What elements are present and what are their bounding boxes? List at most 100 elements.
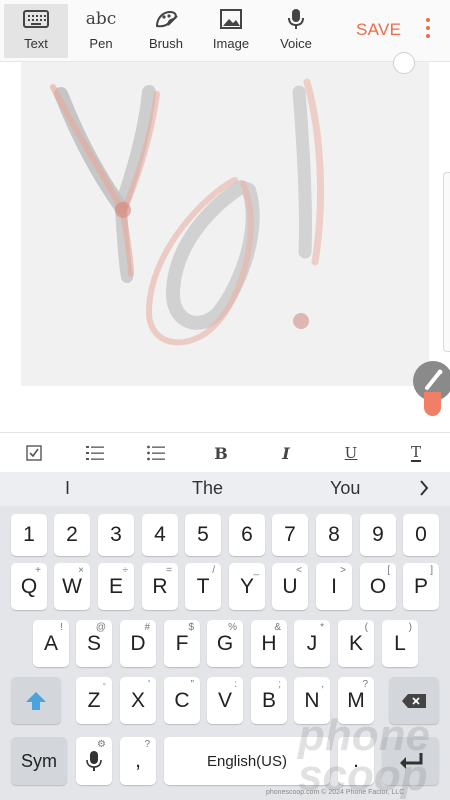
bulleted-list-icon[interactable] <box>141 441 171 465</box>
key-z[interactable]: Z- <box>76 677 112 724</box>
key-c-sub: " <box>190 679 194 690</box>
key-d-sub: # <box>144 622 150 633</box>
key-u[interactable]: U < <box>272 563 308 610</box>
tool-brush-button[interactable]: Brush <box>134 4 198 58</box>
key-h[interactable]: H & <box>251 620 287 667</box>
key-j-sub: * <box>320 622 324 633</box>
shift-key[interactable] <box>11 677 61 724</box>
key-m-sub: ? <box>362 679 368 690</box>
key-4[interactable]: 4 <box>142 514 178 556</box>
numbered-list-icon[interactable] <box>80 441 110 465</box>
comma-key[interactable]: , ? <box>120 737 156 785</box>
voice-input-key[interactable]: ⚙ <box>76 737 112 785</box>
settings-gear-icon: ⚙ <box>97 739 106 750</box>
abc-handwriting-icon: abc <box>86 4 117 34</box>
key-u-label: U <box>282 574 298 598</box>
key-f[interactable]: F $ <box>164 620 200 667</box>
key-m-label: M <box>347 688 365 712</box>
key-y[interactable]: Y _ <box>229 563 265 610</box>
key-0[interactable]: 0 <box>403 514 439 556</box>
key-y-label: Y <box>239 574 254 598</box>
suggestion-3[interactable]: You <box>330 478 360 499</box>
tool-text-button[interactable]: Text <box>4 4 68 58</box>
brush-icon <box>153 4 179 34</box>
key-s[interactable]: S @ <box>76 620 112 667</box>
key-i[interactable]: I > <box>316 563 352 610</box>
key-n-sub: , <box>321 679 324 690</box>
key-x[interactable]: X ' <box>120 677 156 724</box>
suggestion-1[interactable]: I <box>65 478 70 499</box>
tool-voice-button[interactable]: Voice <box>264 4 328 58</box>
checkbox-list-icon[interactable] <box>19 441 49 465</box>
key-d[interactable]: D # <box>120 620 156 667</box>
underline-button[interactable]: U <box>336 441 366 465</box>
key-b[interactable]: B; <box>251 677 287 724</box>
keyboard-icon <box>23 4 49 34</box>
key-5[interactable]: 5 <box>185 514 221 556</box>
key-c[interactable]: C " <box>164 677 200 724</box>
key-b-sub: ; <box>278 679 281 690</box>
key-o-sub: [ <box>387 565 390 576</box>
key-l[interactable]: L) <box>382 620 418 667</box>
tool-pen-label: Pen <box>89 36 113 51</box>
key-k[interactable]: K( <box>338 620 374 667</box>
key-8[interactable]: 8 <box>316 514 352 556</box>
key-o[interactable]: O[ <box>360 563 396 610</box>
bold-button[interactable]: B <box>206 441 236 465</box>
key-3[interactable]: 3 <box>98 514 134 556</box>
key-9[interactable]: 9 <box>360 514 396 556</box>
note-body <box>0 52 450 432</box>
drawing-canvas[interactable] <box>21 62 429 386</box>
key-q[interactable]: Q + <box>11 563 47 610</box>
suggestion-2[interactable]: The <box>192 478 223 499</box>
save-button[interactable]: SAVE <box>356 20 401 40</box>
key-w[interactable]: W × <box>54 563 90 610</box>
text-color-button[interactable]: T <box>401 441 431 465</box>
key-g[interactable]: G% <box>207 620 243 667</box>
key-h-sub: & <box>274 622 281 633</box>
tool-image-button[interactable]: Image <box>199 4 263 58</box>
key-h-label: H <box>261 631 277 655</box>
key-r-sub: = <box>166 565 172 576</box>
key-1[interactable]: 1 <box>11 514 47 556</box>
key-f-sub: $ <box>188 622 194 633</box>
chevron-right-icon[interactable] <box>418 478 430 503</box>
canvas-handle-icon[interactable] <box>393 52 415 74</box>
key-v-sub: : <box>234 679 237 690</box>
key-j[interactable]: J * <box>294 620 330 667</box>
key-e[interactable]: E ÷ <box>98 563 134 610</box>
key-t[interactable]: T / <box>185 563 221 610</box>
key-a-sub: ! <box>60 622 63 633</box>
key-k-sub: ( <box>364 622 368 633</box>
key-t-label: T <box>196 574 210 598</box>
image-icon <box>220 4 242 34</box>
key-l-label: L <box>394 631 406 655</box>
key-b-label: B <box>261 688 276 712</box>
shift-arrow-icon <box>26 691 46 710</box>
watermark-logo: phone scoop <box>298 711 430 800</box>
side-panel-handle[interactable] <box>443 172 450 352</box>
key-u-sub: < <box>296 565 302 576</box>
more-options-icon[interactable] <box>420 18 436 44</box>
key-7[interactable]: 7 <box>272 514 308 556</box>
sym-key[interactable]: Sym <box>11 737 67 785</box>
key-k-label: K <box>348 631 363 655</box>
key-r[interactable]: R = <box>142 563 178 610</box>
key-p[interactable]: P] <box>403 563 439 610</box>
watermark-footer: phonescoop.com © 2024 Phone Factor, LLC <box>266 789 405 796</box>
tool-text-label: Text <box>24 36 48 51</box>
italic-button[interactable]: I <box>271 441 301 465</box>
key-y-sub: _ <box>253 565 259 576</box>
key-v[interactable]: V: <box>207 677 243 724</box>
key-a[interactable]: A! <box>33 620 69 667</box>
key-g-sub: % <box>228 622 237 633</box>
key-n-label: N <box>304 688 320 712</box>
key-z-label: Z <box>87 688 101 712</box>
tool-brush-label: Brush <box>149 36 183 51</box>
key-d-label: D <box>130 631 146 655</box>
key-2[interactable]: 2 <box>54 514 90 556</box>
key-s-sub: @ <box>95 622 106 633</box>
backspace-icon <box>402 693 426 708</box>
tool-pen-button[interactable]: abc Pen <box>69 4 133 58</box>
key-6[interactable]: 6 <box>229 514 265 556</box>
